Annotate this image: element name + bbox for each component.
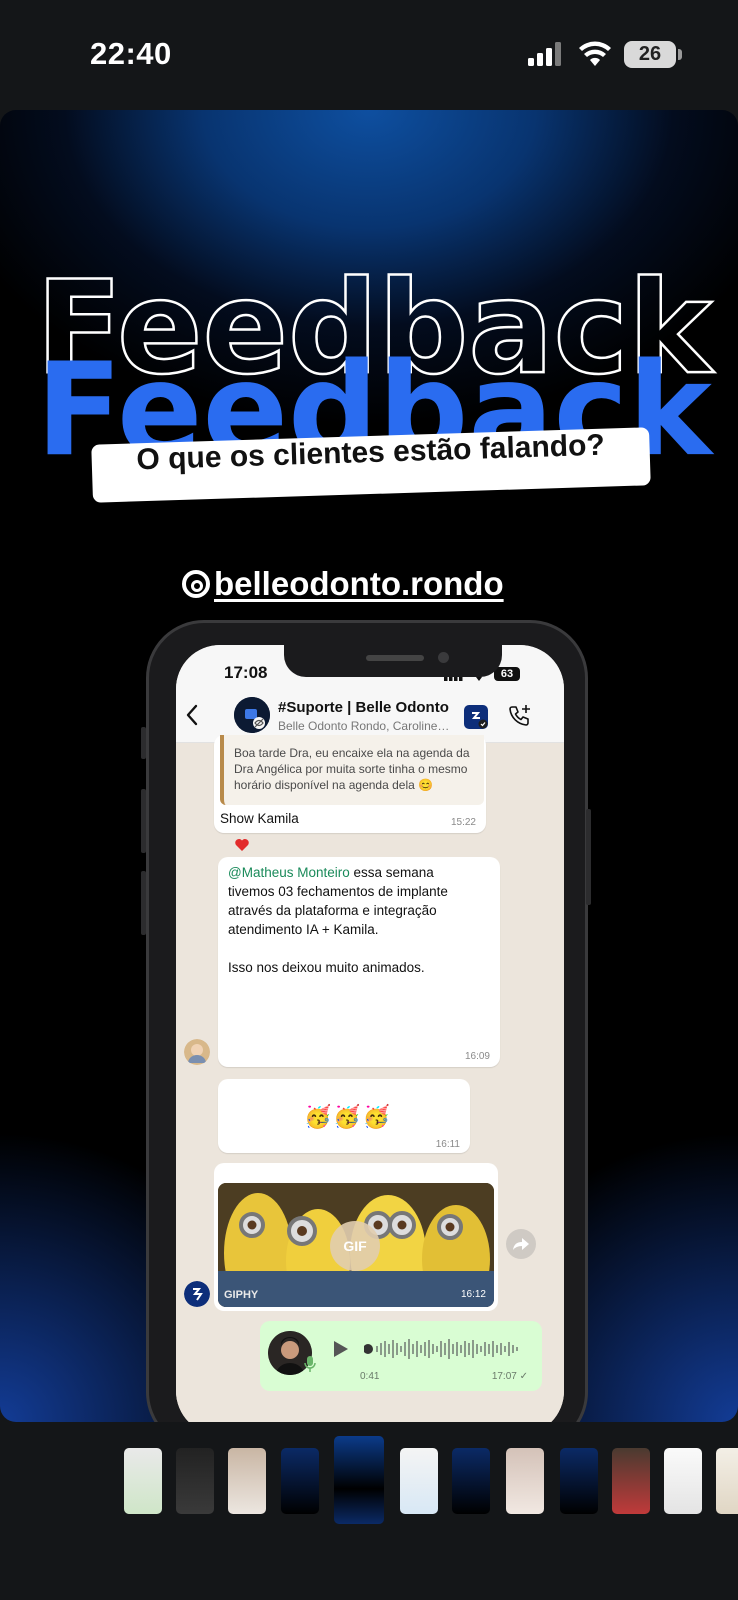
wifi-icon xyxy=(579,41,611,66)
story-thumbnail[interactable] xyxy=(664,1448,702,1514)
story-thumbnail[interactable] xyxy=(281,1448,319,1514)
phone-side-button xyxy=(141,727,146,759)
voice-message[interactable]: 0:41 17:07 ✓ xyxy=(260,1321,542,1391)
forward-icon[interactable] xyxy=(506,1229,536,1259)
heart-reaction-icon[interactable] xyxy=(234,837,250,853)
message-time: 17:07 ✓ xyxy=(491,1371,528,1382)
app-shortcut-icon[interactable] xyxy=(464,705,488,729)
status-bar: 22:40 26 xyxy=(0,0,738,108)
story-thumbnail[interactable] xyxy=(176,1448,214,1514)
message-text: @Matheus Monteiro essa semana tivemos 03… xyxy=(228,863,464,977)
message-bubble[interactable]: @Matheus Monteiro essa semana tivemos 03… xyxy=(218,857,500,1067)
phone-side-button xyxy=(586,809,591,905)
gif-play-badge[interactable]: GIF xyxy=(330,1221,380,1271)
story-thumbnail[interactable] xyxy=(228,1448,266,1514)
group-logo-icon xyxy=(234,697,270,733)
phone-clock: 17:08 xyxy=(224,663,268,682)
story-thumbnail[interactable] xyxy=(612,1448,650,1514)
group-name[interactable]: #Suporte | Belle Odonto xyxy=(278,699,449,716)
play-icon[interactable] xyxy=(332,1339,350,1359)
phone-side-button xyxy=(141,789,146,853)
gif-message[interactable]: GIF GIPHY 16:12 xyxy=(214,1163,498,1311)
threads-icon xyxy=(182,570,210,598)
audio-waveform[interactable] xyxy=(364,1335,526,1363)
cellular-signal-icon xyxy=(528,42,561,66)
phone-side-button xyxy=(141,871,146,935)
story-thumbnails xyxy=(0,1422,738,1600)
handle-row[interactable]: belleodonto.rondo xyxy=(180,564,504,604)
battery-nub xyxy=(678,49,682,60)
story-thumbnail[interactable] xyxy=(452,1448,490,1514)
camera xyxy=(438,652,449,663)
phone-battery: 63 xyxy=(494,667,520,681)
microphone-icon xyxy=(304,1356,316,1372)
message-bubble[interactable]: 🥳🥳🥳 16:11 xyxy=(218,1079,470,1153)
minions-gif[interactable]: GIF GIPHY 16:12 xyxy=(218,1183,494,1307)
clock: 22:40 xyxy=(90,36,172,71)
speaker xyxy=(366,655,424,661)
story-thumbnail[interactable] xyxy=(400,1448,438,1514)
story-thumbnail[interactable] xyxy=(124,1448,162,1514)
mention-link[interactable]: @Matheus Monteiro xyxy=(228,865,350,880)
message-bubble[interactable]: Boa tarde Dra, eu encaixe ela na agenda … xyxy=(214,735,486,833)
group-avatar[interactable] xyxy=(234,697,270,733)
story-card[interactable]: Feedback Feedback O que os clientes estã… xyxy=(0,110,738,1422)
story-thumbnail[interactable] xyxy=(716,1448,738,1514)
story-thumbnail[interactable] xyxy=(506,1448,544,1514)
message-time: 16:12 xyxy=(460,1289,486,1300)
sender-avatar[interactable] xyxy=(184,1039,210,1065)
quoted-message-text: Boa tarde Dra, eu encaixe ela na agenda … xyxy=(234,746,470,792)
story-viewer: 22:40 26 Feedback Feedback O que os clie… xyxy=(0,0,738,1600)
phone-screen: 17:08 63 #Suporte | Belle Odonto Belle O… xyxy=(176,645,564,1422)
emoji-message: 🥳🥳🥳 xyxy=(304,1105,393,1130)
message-time: 16:11 xyxy=(435,1139,460,1150)
phone-mockup: 17:08 63 #Suporte | Belle Odonto Belle O… xyxy=(141,620,591,1422)
message-body: essa semana tivemos 03 fechamentos de im… xyxy=(228,865,448,975)
notch xyxy=(284,645,502,677)
voice-duration: 0:41 xyxy=(360,1371,380,1382)
sender-avatar[interactable] xyxy=(184,1281,210,1307)
instagram-handle[interactable]: belleodonto.rondo xyxy=(214,565,504,603)
quoted-message[interactable]: Boa tarde Dra, eu encaixe ela na agenda … xyxy=(220,735,484,805)
chat-area[interactable]: Boa tarde Dra, eu encaixe ela na agenda … xyxy=(176,735,564,1422)
message-text: Show Kamila xyxy=(220,811,299,826)
message-time: 16:09 xyxy=(464,1051,490,1062)
message-time: 15:22 xyxy=(450,817,476,828)
story-thumbnail[interactable] xyxy=(560,1448,598,1514)
group-members[interactable]: Belle Odonto Rondo, Caroline… xyxy=(278,719,456,733)
story-thumbnail-current[interactable] xyxy=(334,1436,384,1524)
back-chevron-icon[interactable] xyxy=(184,703,200,727)
battery-level: 26 xyxy=(624,41,676,68)
giphy-attribution: GIPHY xyxy=(224,1289,259,1301)
add-call-icon[interactable] xyxy=(506,703,532,729)
